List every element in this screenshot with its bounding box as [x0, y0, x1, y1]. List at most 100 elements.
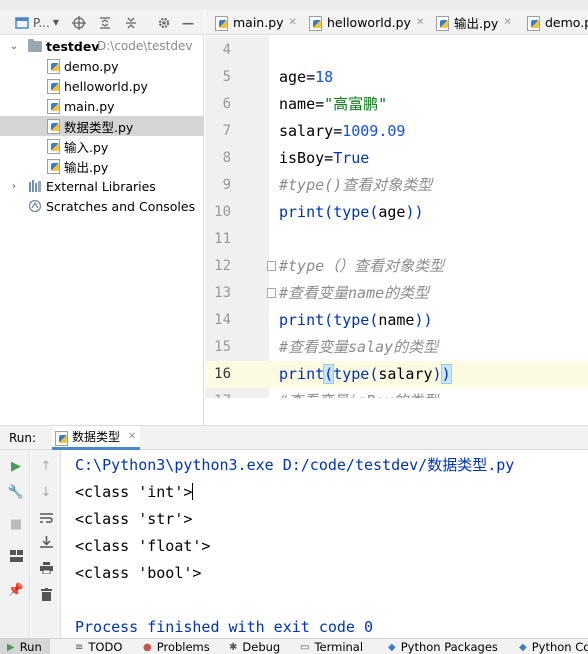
python-file-icon: [215, 15, 228, 31]
tool-window-python-packages[interactable]: ◆ Python Packages: [381, 639, 506, 654]
close-icon[interactable]: ✕: [503, 17, 511, 28]
code-token: )): [414, 311, 433, 329]
code-line[interactable]: 15 #查看变量salay的类型: [205, 334, 588, 361]
tool-window-python-con[interactable]: ◆ Python Con: [512, 639, 588, 654]
code-text: salary=1009.09: [279, 118, 405, 145]
python-file-icon: [527, 15, 540, 31]
tab-output[interactable]: 输出.py ✕: [436, 10, 512, 34]
code-line[interactable]: 10 print(type(age)): [205, 199, 588, 226]
code-text: #查看变量salay的类型: [279, 334, 438, 361]
code-line[interactable]: 8 isBoy=True: [205, 145, 588, 172]
close-icon[interactable]: ✕: [416, 17, 424, 28]
tool-window-run[interactable]: ▶ Run: [0, 639, 50, 654]
tool-window-todo[interactable]: ≡ TODO: [68, 639, 130, 654]
code-line[interactable]: 13 #查看变量name的类型: [205, 280, 588, 307]
tree-item-testdev[interactable]: ⌄ testdev D:\code\testdev: [0, 36, 204, 56]
run-console[interactable]: C:\Python3\python3.exe D:/code/testdev/数…: [61, 450, 588, 638]
project-panel-header: P... ▼ —: [0, 10, 204, 35]
tree-item-helloworld[interactable]: helloworld.py: [0, 76, 204, 96]
tree-item-output[interactable]: 输出.py: [0, 156, 204, 176]
tab-label: main.py: [233, 15, 284, 30]
code-text: #type()查看对象类型: [279, 172, 432, 199]
tree-item-datatypes[interactable]: 数据类型.py: [0, 116, 204, 136]
code-token: type: [333, 365, 370, 383]
code-line[interactable]: 16 print(type(salary)): [205, 361, 588, 388]
code-text: name="高富鹏": [279, 91, 387, 118]
code-text: #查看变量isBoy的类型: [279, 388, 438, 398]
tree-item-main[interactable]: main.py: [0, 96, 204, 116]
code-line[interactable]: 12 #type（）查看对象类型: [205, 253, 588, 280]
console-output-line: <class 'float'>: [75, 537, 211, 555]
list-icon: ≡: [75, 641, 84, 653]
tool-window-debug[interactable]: ✱ Debug: [222, 639, 288, 654]
trash-icon[interactable]: [38, 586, 54, 602]
project-tree: ⌄ testdev D:\code\testdev demo.py hellow…: [0, 36, 204, 426]
tab-main[interactable]: main.py ✕: [215, 10, 297, 34]
tool-window-terminal[interactable]: ▭ Terminal: [293, 639, 371, 654]
run-toolbar-left: ▶ 🔧 ■ 📌: [0, 450, 30, 638]
code-line[interactable]: 11: [205, 226, 588, 253]
pin-icon[interactable]: 📌: [8, 582, 24, 598]
code-line[interactable]: 4: [205, 37, 588, 64]
code-line[interactable]: 6 name="高富鹏": [205, 91, 588, 118]
fold-icon[interactable]: [267, 288, 276, 298]
print-icon[interactable]: [38, 560, 54, 576]
tree-item-scratches[interactable]: Scratches and Consoles: [0, 196, 204, 216]
fold-icon[interactable]: [267, 261, 276, 271]
tab-helloworld[interactable]: helloworld.py ✕: [309, 10, 424, 34]
project-view-selector[interactable]: P... ▼: [33, 14, 61, 31]
tree-item-label: testdev: [46, 38, 100, 54]
code-token: isBoy: [279, 149, 325, 167]
project-panel-title: P...: [33, 15, 50, 30]
tree-item-input[interactable]: 输入.py: [0, 136, 204, 156]
rerun-icon[interactable]: ▶: [8, 458, 24, 474]
console-output-line: <class 'bool'>: [75, 564, 202, 582]
tree-item-label: 输入.py: [64, 139, 109, 155]
terminal-icon: ▭: [300, 641, 310, 653]
tab-label: helloworld.py: [327, 15, 411, 30]
line-number: 17: [205, 388, 269, 398]
code-line[interactable]: 9 #type()查看对象类型: [205, 172, 588, 199]
layout-icon[interactable]: [8, 548, 24, 564]
locate-icon[interactable]: [70, 14, 88, 31]
code-token: =: [306, 68, 316, 86]
code-token: name: [279, 95, 316, 113]
code-text: isBoy=True: [279, 145, 369, 172]
hide-panel-icon[interactable]: —: [180, 14, 196, 31]
code-line[interactable]: 7 salary=1009.09: [205, 118, 588, 145]
arrow-down-icon[interactable]: ↓: [38, 484, 54, 500]
code-line[interactable]: 14 print(type(name)): [205, 307, 588, 334]
close-icon[interactable]: ✕: [289, 17, 297, 28]
code-token: ): [440, 364, 452, 384]
gear-icon[interactable]: [155, 14, 173, 31]
python-file-icon: [436, 15, 449, 31]
tree-item-external-libraries[interactable]: › External Libraries: [0, 176, 204, 196]
expand-all-icon[interactable]: [96, 14, 114, 31]
project-view-icon[interactable]: [14, 14, 30, 31]
run-tab-datatypes[interactable]: 数据类型 ✕: [52, 426, 141, 450]
tree-item-label: demo.py: [64, 58, 119, 74]
python-file-icon: [47, 79, 60, 94]
python-console-icon: ◆: [519, 641, 527, 653]
code-editor[interactable]: 4 5 age=18 6 name="高富鹏" 7 salary=1009.09 8 isBoy…: [205, 36, 588, 398]
collapse-all-icon[interactable]: [122, 14, 140, 31]
tree-item-demo[interactable]: demo.py: [0, 56, 204, 76]
code-line[interactable]: 5 age=18: [205, 64, 588, 91]
tool-window-problems[interactable]: ● Problems: [136, 639, 218, 654]
scroll-to-end-icon[interactable]: [38, 534, 54, 550]
chevron-down-icon[interactable]: ⌄: [9, 41, 19, 52]
line-number: 7: [222, 123, 231, 139]
tab-demo[interactable]: demo.py: [527, 10, 588, 34]
close-icon[interactable]: ✕: [128, 431, 136, 442]
arrow-up-icon[interactable]: ↑: [38, 458, 54, 474]
console-exit-line: Process finished with exit code 0: [75, 618, 374, 636]
soft-wrap-icon[interactable]: [38, 510, 54, 526]
chevron-right-icon[interactable]: ›: [9, 181, 19, 192]
code-token: =: [333, 122, 343, 140]
code-token: True: [333, 149, 370, 167]
wrench-icon[interactable]: 🔧: [8, 484, 24, 500]
line-number: 13: [214, 285, 231, 301]
python-file-icon: [47, 59, 60, 74]
code-line[interactable]: 17 #查看变量isBoy的类型: [205, 388, 588, 398]
stop-icon[interactable]: ■: [8, 516, 24, 532]
